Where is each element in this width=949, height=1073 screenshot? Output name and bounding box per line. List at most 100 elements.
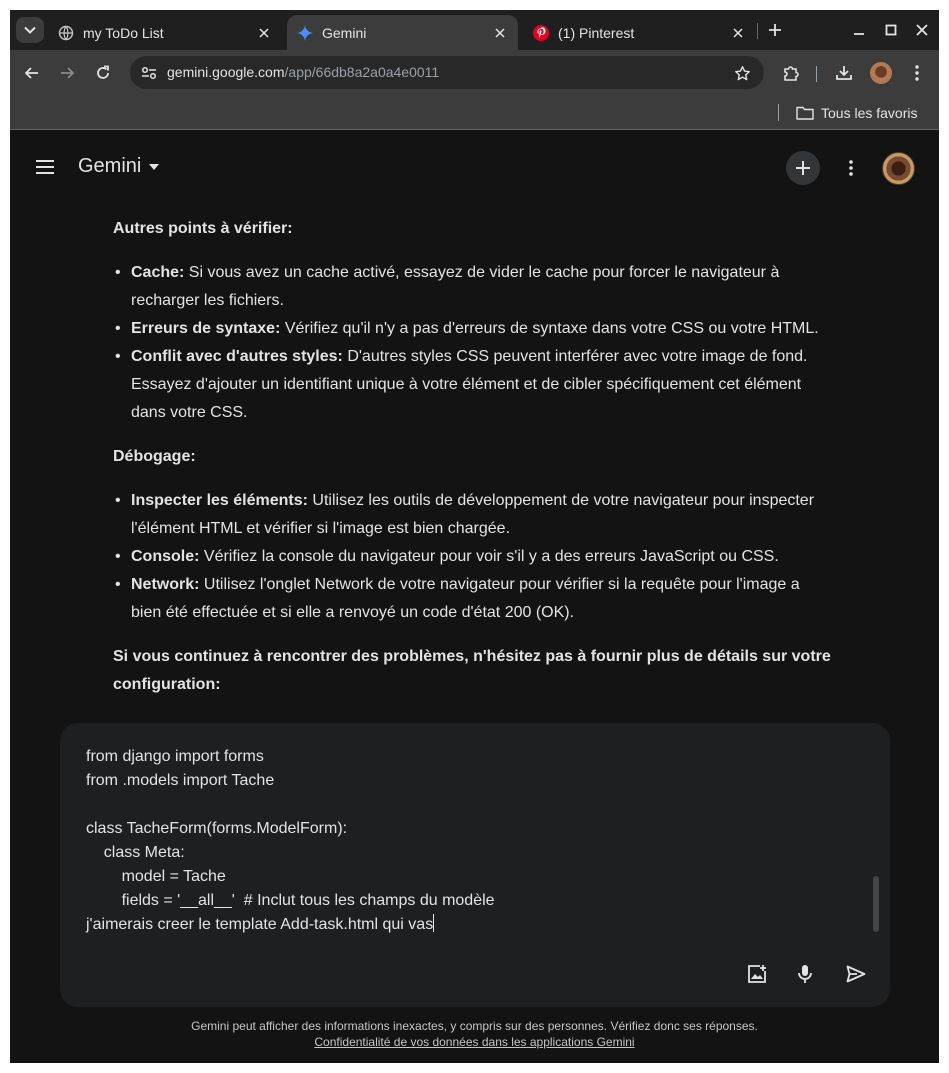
model-switcher[interactable]: Gemini [78,155,160,178]
response-content: Autres points à vérifier: Cache: Si vous… [113,215,833,699]
minimize-button[interactable] [849,20,869,40]
prompt-line: from django import forms [86,748,264,765]
new-chat-button[interactable] [786,151,820,185]
extensions-button[interactable] [779,61,803,85]
bookmark-star-button[interactable] [732,63,752,83]
browser-toolbar: gemini.google.com/app/66db8a2a0a4e0011 [10,50,939,96]
tab-pinterest[interactable]: (1) Pinterest [523,15,756,50]
checklist: Cache: Si vous avez un cache activé, ess… [113,259,833,427]
globe-icon [58,25,74,41]
more-vert-icon [915,65,919,81]
item-term: Erreurs de syntaxe: [131,320,281,337]
all-bookmarks-folder[interactable]: Tous les favoris [796,102,917,124]
plus-icon [796,161,810,175]
item-text: Si vous avez un cache activé, essayez de… [131,264,780,309]
section-heading: Débogage: [113,448,196,465]
close-icon[interactable] [256,25,272,41]
prompt-line: class TacheForm(forms.ModelForm): [86,820,348,837]
profile-avatar[interactable] [870,62,892,84]
folder-icon [796,105,814,121]
prompt-line: ​ [86,793,846,817]
send-icon [846,965,866,983]
list-item: Inspecter les éléments: Utilisez les out… [113,487,833,543]
prompt-line: model = Tache [86,868,226,885]
prompt-line: class Meta: [86,844,185,861]
close-icon[interactable] [730,25,746,41]
caret-down-icon [149,163,160,170]
closing-paragraph: Si vous continuez à rencontrer des probl… [113,648,831,693]
reload-button[interactable] [91,61,115,85]
item-term: Inspecter les éléments: [131,492,308,509]
list-item: Conflit avec d'autres styles: D'autres s… [113,343,833,427]
close-window-button[interactable] [912,20,932,40]
gemini-header: Gemini [10,131,939,201]
maximize-icon [885,24,897,36]
tab-divider [757,23,758,39]
back-button[interactable] [20,61,44,85]
browser-window: my ToDo List Gemini (1) Pinterest gemini… [10,10,939,1063]
browser-menu-button[interactable] [905,61,929,85]
bookmark-folder-label: Tous les favoris [821,105,918,121]
downloads-button[interactable] [832,61,856,85]
item-term: Conflit avec d'autres styles: [131,348,343,365]
item-text: Vérifiez qu'il n'y a pas d'erreurs de sy… [280,320,819,337]
prompt-input-box[interactable]: from django import forms from .models imp… [60,723,890,1007]
gemini-spark-icon [297,24,313,41]
list-item: Console: Vérifiez la console du navigate… [113,543,833,571]
disclaimer-text: Gemini peut afficher des informations in… [191,1019,758,1033]
send-button[interactable] [843,961,869,987]
list-item: Cache: Si vous avez un cache activé, ess… [113,259,833,315]
tab-gemini[interactable]: Gemini [287,15,518,50]
chevron-down-icon [24,26,36,34]
prompt-textarea[interactable]: from django import forms from .models imp… [86,745,846,937]
debug-list: Inspecter les éléments: Utilisez les out… [113,487,833,627]
bookmarks-bar: Tous les favoris [10,96,939,130]
toolbar-divider [816,66,817,82]
more-options-button[interactable] [841,155,861,181]
url-host: gemini.google.com [167,64,285,80]
prompt-line-current: j'aimerais creer le template Add-task.ht… [86,913,846,937]
item-term: Console: [131,548,200,565]
item-text: Utilisez l'onglet Network de votre navig… [131,576,800,621]
prompt-line: from .models import Tache [86,772,275,789]
input-scrollbar[interactable] [873,876,879,932]
url-path: /app/66db8a2a0a4e0011 [284,64,440,80]
item-text: Vérifiez la console du navigateur pour v… [199,548,779,565]
tab-title: Gemini [322,24,367,41]
maximize-button[interactable] [881,20,901,40]
list-item: Network: Utilisez l'onglet Network de vo… [113,571,833,627]
tab-title: (1) Pinterest [558,24,635,41]
item-term: Cache: [131,264,185,281]
section-heading: Autres points à vérifier: [113,220,293,237]
privacy-link[interactable]: Confidentialité de vos données dans les … [314,1035,634,1049]
minimize-icon [854,33,864,35]
tab-todo-list[interactable]: my ToDo List [48,15,282,50]
text-cursor [433,914,435,932]
item-term: Network: [131,576,200,593]
hamburger-menu-icon [36,160,54,174]
bookmarks-divider [778,104,779,121]
tab-strip: my ToDo List Gemini (1) Pinterest [10,10,939,50]
pinterest-icon [533,24,549,41]
puzzle-icon [784,66,799,81]
footer: Gemini peut afficher des informations in… [10,1018,939,1050]
address-bar[interactable]: gemini.google.com/app/66db8a2a0a4e0011 [130,56,764,89]
new-tab-button[interactable] [764,19,786,41]
main-menu-button[interactable] [32,154,58,180]
close-icon[interactable] [492,25,508,41]
arrow-left-icon [24,67,38,79]
tab-search-button[interactable] [16,17,44,43]
plus-icon [769,24,781,36]
upload-image-button[interactable] [744,961,770,987]
microphone-icon [798,965,812,983]
list-item: Erreurs de syntaxe: Vérifiez qu'il n'y a… [113,315,833,343]
reload-icon [97,65,109,79]
arrow-right-icon [61,67,75,79]
download-icon [836,66,852,80]
close-icon [916,24,928,36]
site-info-button[interactable] [137,61,161,85]
account-avatar[interactable] [882,152,915,185]
prompt-line: j'aimerais creer le template Add-task.ht… [86,916,434,933]
voice-input-button[interactable] [792,961,818,987]
forward-button[interactable] [55,61,79,85]
